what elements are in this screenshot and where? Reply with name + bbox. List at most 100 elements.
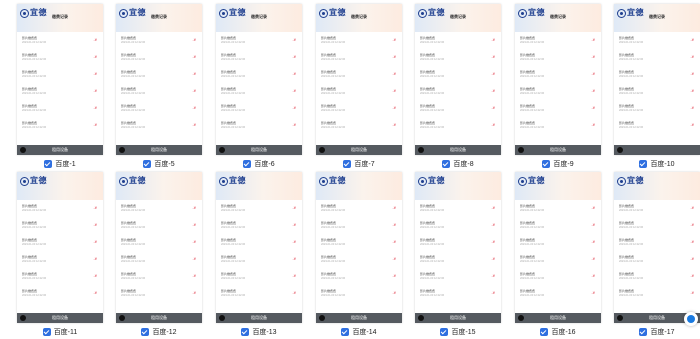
list-item[interactable]: 影片缴费费 2023-01-03 12:22:06 -¥: [116, 234, 202, 251]
list-item[interactable]: 影片缴费费 2023-01-03 12:22:06 -¥: [614, 200, 700, 217]
footer-label[interactable]: 租用设备: [316, 315, 402, 321]
screenshot-card[interactable]: 宜德 影片缴费费 2023-01-03 12:22:06 -¥ 影片缴费费 2023-01…: [116, 172, 202, 323]
list-item[interactable]: 影片缴费费 2023-01-03 12:22:06 -¥: [415, 251, 501, 268]
list-item[interactable]: 影片缴费费 2023-01-03 12:22:06 -¥: [415, 100, 501, 117]
list-item[interactable]: 影片缴费费 2023-01-03 12:22:06 -¥: [614, 83, 700, 100]
list-item[interactable]: 影片缴费费 2023-01-03 12:22:06 -¥: [316, 49, 402, 66]
footer-label[interactable]: 租用设备: [515, 315, 601, 321]
footer-label[interactable]: 租用设备: [116, 147, 202, 153]
card-caption[interactable]: 百度-6: [216, 159, 302, 169]
back-icon[interactable]: [617, 147, 623, 153]
footer-label[interactable]: 租用设备: [316, 147, 402, 153]
screenshot-card[interactable]: 宜德 影片缴费费 2023-01-03 12:22:06 -¥ 影片缴费费 2023-01…: [316, 172, 402, 323]
card-caption[interactable]: 百度-10: [614, 159, 700, 169]
screenshot-card[interactable]: 宜德 缴费记录 影片缴费费 2023-01-03 12:22:06 -¥ 影片缴费费 202…: [415, 4, 501, 155]
list-item[interactable]: 影片缴费费 2023-01-03 12:22:06 -¥: [216, 83, 302, 100]
list-item[interactable]: 影片缴费费 2023-01-03 12:22:06 -¥: [17, 217, 103, 234]
footer-label[interactable]: 租用设备: [515, 147, 601, 153]
card-caption[interactable]: 百度-5: [116, 159, 202, 169]
list-item[interactable]: 影片缴费费 2023-01-03 12:22:06 -¥: [515, 49, 601, 66]
list-item[interactable]: 影片缴费费 2023-01-03 12:22:06 -¥: [17, 49, 103, 66]
card-caption[interactable]: 百度-12: [116, 327, 202, 337]
footer-label[interactable]: 租用设备: [415, 147, 501, 153]
list-item[interactable]: 影片缴费费 2023-01-03 12:22:06 -¥: [216, 117, 302, 134]
list-item[interactable]: 影片缴费费 2023-01-03 12:22:06 -¥: [216, 251, 302, 268]
list-item[interactable]: 影片缴费费 2023-01-03 12:22:06 -¥: [614, 251, 700, 268]
card-caption[interactable]: 百度-15: [415, 327, 501, 337]
list-item[interactable]: 影片缴费费 2023-01-03 12:22:06 -¥: [17, 200, 103, 217]
footer-label[interactable]: 租用设备: [17, 315, 103, 321]
list-item[interactable]: 影片缴费费 2023-01-03 12:22:06 -¥: [316, 83, 402, 100]
list-item[interactable]: 影片缴费费 2023-01-03 12:22:06 -¥: [216, 285, 302, 302]
list-item[interactable]: 影片缴费费 2023-01-03 12:22:06 -¥: [116, 100, 202, 117]
checkbox-checked-icon[interactable]: [440, 328, 449, 336]
list-item[interactable]: 影片缴费费 2023-01-03 12:22:06 -¥: [17, 285, 103, 302]
list-item[interactable]: 影片缴费费 2023-01-03 12:22:06 -¥: [116, 217, 202, 234]
checkbox-checked-icon[interactable]: [243, 160, 252, 168]
list-item[interactable]: 影片缴费费 2023-01-03 12:22:06 -¥: [415, 117, 501, 134]
list-item[interactable]: 影片缴费费 2023-01-03 12:22:06 -¥: [216, 49, 302, 66]
list-item[interactable]: 影片缴费费 2023-01-03 12:22:06 -¥: [216, 100, 302, 117]
list-item[interactable]: 影片缴费费 2023-01-03 12:22:06 -¥: [116, 285, 202, 302]
list-item[interactable]: 影片缴费费 2023-01-03 12:22:06 -¥: [614, 49, 700, 66]
list-item[interactable]: 影片缴费费 2023-01-03 12:22:06 -¥: [116, 251, 202, 268]
card-caption[interactable]: 百度-16: [515, 327, 601, 337]
card-caption[interactable]: 百度-8: [415, 159, 501, 169]
screenshot-card[interactable]: 宜德 影片缴费费 2023-01-03 12:22:06 -¥ 影片缴费费 2023-01…: [415, 172, 501, 323]
screenshot-card[interactable]: 宜德 影片缴费费 2023-01-03 12:22:06 -¥ 影片缴费费 2023-01…: [515, 172, 601, 323]
list-item[interactable]: 影片缴费费 2023-01-03 12:22:06 -¥: [515, 117, 601, 134]
checkbox-checked-icon[interactable]: [540, 328, 549, 336]
checkbox-checked-icon[interactable]: [341, 328, 350, 336]
list-item[interactable]: 影片缴费费 2023-01-03 12:22:06 -¥: [216, 66, 302, 83]
list-item[interactable]: 影片缴费费 2023-01-03 12:22:06 -¥: [216, 32, 302, 49]
list-item[interactable]: 影片缴费费 2023-01-03 12:22:06 -¥: [316, 234, 402, 251]
screenshot-card[interactable]: 宜德 缴费记录 影片缴费费 2023-01-03 12:22:06 -¥ 影片缴费费 202…: [614, 4, 700, 155]
checkbox-checked-icon[interactable]: [343, 160, 352, 168]
list-item[interactable]: 影片缴费费 2023-01-03 12:22:06 -¥: [116, 200, 202, 217]
checkbox-checked-icon[interactable]: [44, 160, 53, 168]
list-item[interactable]: 影片缴费费 2023-01-03 12:22:06 -¥: [614, 268, 700, 285]
list-item[interactable]: 影片缴费费 2023-01-03 12:22:06 -¥: [116, 66, 202, 83]
list-item[interactable]: 影片缴费费 2023-01-03 12:22:06 -¥: [316, 117, 402, 134]
screenshot-card[interactable]: 宜德 缴费记录 影片缴费费 2023-01-03 12:22:06 -¥ 影片缴费费 202…: [17, 4, 103, 155]
list-item[interactable]: 影片缴费费 2023-01-03 12:22:06 -¥: [515, 83, 601, 100]
checkbox-checked-icon[interactable]: [143, 160, 152, 168]
screenshot-card[interactable]: 宜德 影片缴费费 2023-01-03 12:22:06 -¥ 影片缴费费 2023-01…: [614, 172, 700, 323]
card-caption[interactable]: 百度-7: [316, 159, 402, 169]
list-item[interactable]: 影片缴费费 2023-01-03 12:22:06 -¥: [316, 251, 402, 268]
list-item[interactable]: 影片缴费费 2023-01-03 12:22:06 -¥: [614, 100, 700, 117]
list-item[interactable]: 影片缴费费 2023-01-03 12:22:06 -¥: [116, 32, 202, 49]
card-caption[interactable]: 百度-14: [316, 327, 402, 337]
card-caption[interactable]: 百度-13: [216, 327, 302, 337]
list-item[interactable]: 影片缴费费 2023-01-03 12:22:06 -¥: [216, 217, 302, 234]
list-item[interactable]: 影片缴费费 2023-01-03 12:22:06 -¥: [216, 200, 302, 217]
list-item[interactable]: 影片缴费费 2023-01-03 12:22:06 -¥: [415, 66, 501, 83]
list-item[interactable]: 影片缴费费 2023-01-03 12:22:06 -¥: [316, 32, 402, 49]
checkbox-checked-icon[interactable]: [442, 160, 451, 168]
list-item[interactable]: 影片缴费费 2023-01-03 12:22:06 -¥: [316, 200, 402, 217]
list-item[interactable]: 影片缴费费 2023-01-03 12:22:06 -¥: [515, 32, 601, 49]
screenshot-card[interactable]: 宜德 缴费记录 影片缴费费 2023-01-03 12:22:06 -¥ 影片缴费费 202…: [316, 4, 402, 155]
list-item[interactable]: 影片缴费费 2023-01-03 12:22:06 -¥: [614, 32, 700, 49]
list-item[interactable]: 影片缴费费 2023-01-03 12:22:06 -¥: [614, 234, 700, 251]
screenshot-card[interactable]: 宜德 缴费记录 影片缴费费 2023-01-03 12:22:06 -¥ 影片缴费费 202…: [515, 4, 601, 155]
list-item[interactable]: 影片缴费费 2023-01-03 12:22:06 -¥: [415, 83, 501, 100]
list-item[interactable]: 影片缴费费 2023-01-03 12:22:06 -¥: [515, 66, 601, 83]
list-item[interactable]: 影片缴费费 2023-01-03 12:22:06 -¥: [415, 49, 501, 66]
list-item[interactable]: 影片缴费费 2023-01-03 12:22:06 -¥: [515, 200, 601, 217]
list-item[interactable]: 影片缴费费 2023-01-03 12:22:06 -¥: [17, 117, 103, 134]
card-caption[interactable]: 百度-1: [17, 159, 103, 169]
list-item[interactable]: 影片缴费费 2023-01-03 12:22:06 -¥: [515, 285, 601, 302]
list-item[interactable]: 影片缴费费 2023-01-03 12:22:06 -¥: [17, 100, 103, 117]
list-item[interactable]: 影片缴费费 2023-01-03 12:22:06 -¥: [316, 66, 402, 83]
list-item[interactable]: 影片缴费费 2023-01-03 12:22:06 -¥: [17, 66, 103, 83]
checkbox-checked-icon[interactable]: [241, 328, 250, 336]
card-caption[interactable]: 百度-9: [515, 159, 601, 169]
list-item[interactable]: 影片缴费费 2023-01-03 12:22:06 -¥: [515, 268, 601, 285]
footer-label[interactable]: 租用设备: [415, 315, 501, 321]
list-item[interactable]: 影片缴费费 2023-01-03 12:22:06 -¥: [316, 217, 402, 234]
list-item[interactable]: 影片缴费费 2023-01-03 12:22:06 -¥: [515, 217, 601, 234]
list-item[interactable]: 影片缴费费 2023-01-03 12:22:06 -¥: [216, 234, 302, 251]
list-item[interactable]: 影片缴费费 2023-01-03 12:22:06 -¥: [116, 83, 202, 100]
list-item[interactable]: 影片缴费费 2023-01-03 12:22:06 -¥: [116, 117, 202, 134]
